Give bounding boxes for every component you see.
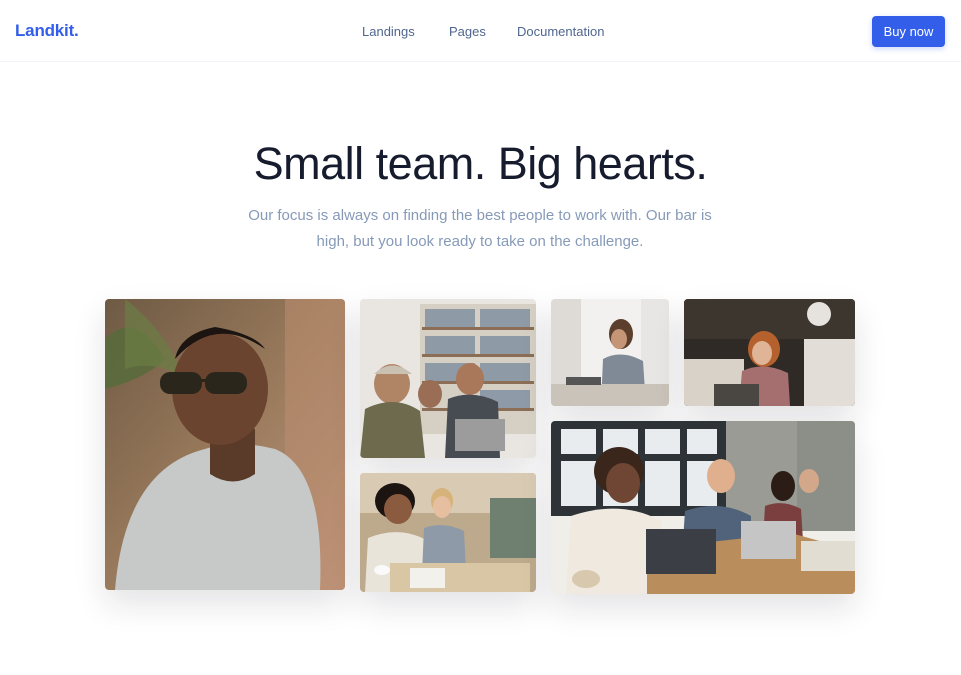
buy-now-button[interactable]: Buy now bbox=[872, 16, 945, 47]
woman-window-photo bbox=[551, 299, 669, 406]
hero-title: Small team. Big hearts. bbox=[253, 138, 708, 189]
portrait-man-sunglasses-photo bbox=[105, 299, 345, 590]
hero-subtitle: Our focus is always on finding the best … bbox=[248, 207, 712, 250]
navbar: Landkit. Landings Pages Documentation Bu… bbox=[0, 0, 961, 62]
women-laughing-meeting-photo bbox=[360, 473, 536, 592]
nav-link-landings[interactable]: Landings bbox=[362, 24, 415, 39]
team-bookshelf-photo bbox=[360, 299, 536, 458]
team-office-laptops-photo bbox=[551, 421, 855, 594]
main-nav: Landings Pages Documentation bbox=[0, 24, 961, 40]
nav-link-documentation[interactable]: Documentation bbox=[517, 24, 604, 39]
woman-cafe-laptop-photo bbox=[684, 299, 855, 406]
nav-link-pages[interactable]: Pages bbox=[449, 24, 486, 39]
